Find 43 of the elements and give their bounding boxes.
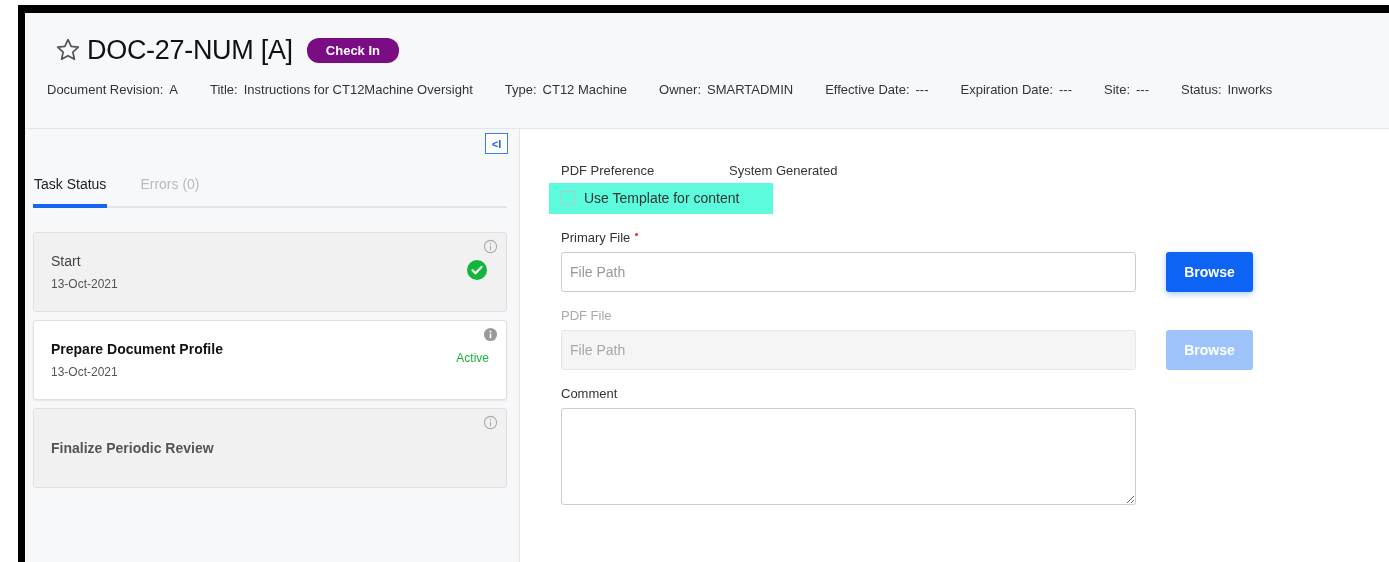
comment-field[interactable] — [561, 408, 1136, 505]
info-icon[interactable] — [483, 239, 498, 254]
meta-value: --- — [1136, 82, 1150, 97]
task-date: 13-Oct-2021 — [51, 365, 119, 379]
check-in-button[interactable]: Check In — [306, 37, 399, 63]
task-name: Start — [51, 253, 82, 269]
task-date: 13-Oct-2021 — [51, 277, 118, 291]
field-label: PDF Preference — [561, 163, 656, 178]
file-path-field[interactable]: File Path — [561, 252, 1136, 292]
task-status: Active — [456, 351, 489, 365]
meta-label: Effective Date: — [825, 82, 910, 97]
meta-label: Status: — [1181, 82, 1222, 97]
task-card[interactable]: Prepare Document Profile 13-Oct-2021 Active — [33, 320, 507, 400]
meta-value: Inworks — [1227, 82, 1273, 97]
info-icon[interactable] — [483, 327, 498, 342]
task-card[interactable]: Finalize Periodic Review — [33, 408, 507, 488]
field-label: Primary File — [561, 230, 1389, 245]
browse-button[interactable]: Browse — [1166, 252, 1253, 292]
meta-label: Site: — [1104, 82, 1131, 97]
field-value: System Generated — [729, 163, 838, 178]
field-label: PDF File — [561, 308, 613, 323]
task-card[interactable]: Start 13-Oct-2021 — [33, 232, 507, 312]
tab[interactable]: Task Status — [33, 168, 108, 208]
meta-value: --- — [1059, 82, 1072, 97]
collapse-button[interactable]: <I — [485, 133, 508, 154]
task-name: Prepare Document Profile — [51, 341, 223, 357]
meta-value: --- — [915, 82, 929, 97]
info-icon[interactable] — [483, 415, 498, 430]
meta-value: SMARTADMIN — [707, 82, 794, 97]
star-icon[interactable] — [55, 37, 81, 63]
meta-value: CT12 Machine — [542, 82, 628, 97]
field-label: Comment — [561, 386, 619, 401]
meta-label: Expiration Date: — [960, 82, 1053, 97]
checkbox[interactable] — [561, 191, 575, 205]
meta-label: Type: — [504, 82, 537, 97]
meta-label: Owner: — [659, 82, 701, 97]
meta-label: Document Revision: — [47, 82, 164, 97]
meta-label: Title: — [210, 82, 238, 97]
meta-value: Instructions for CT12Machine Oversight — [243, 82, 473, 97]
document-title: DOC-27-NUM [A] — [87, 34, 293, 66]
task-name: Finalize Periodic Review — [51, 440, 214, 456]
meta-value: A — [169, 82, 178, 97]
checkbox-option[interactable]: Use Template for content — [549, 183, 774, 214]
